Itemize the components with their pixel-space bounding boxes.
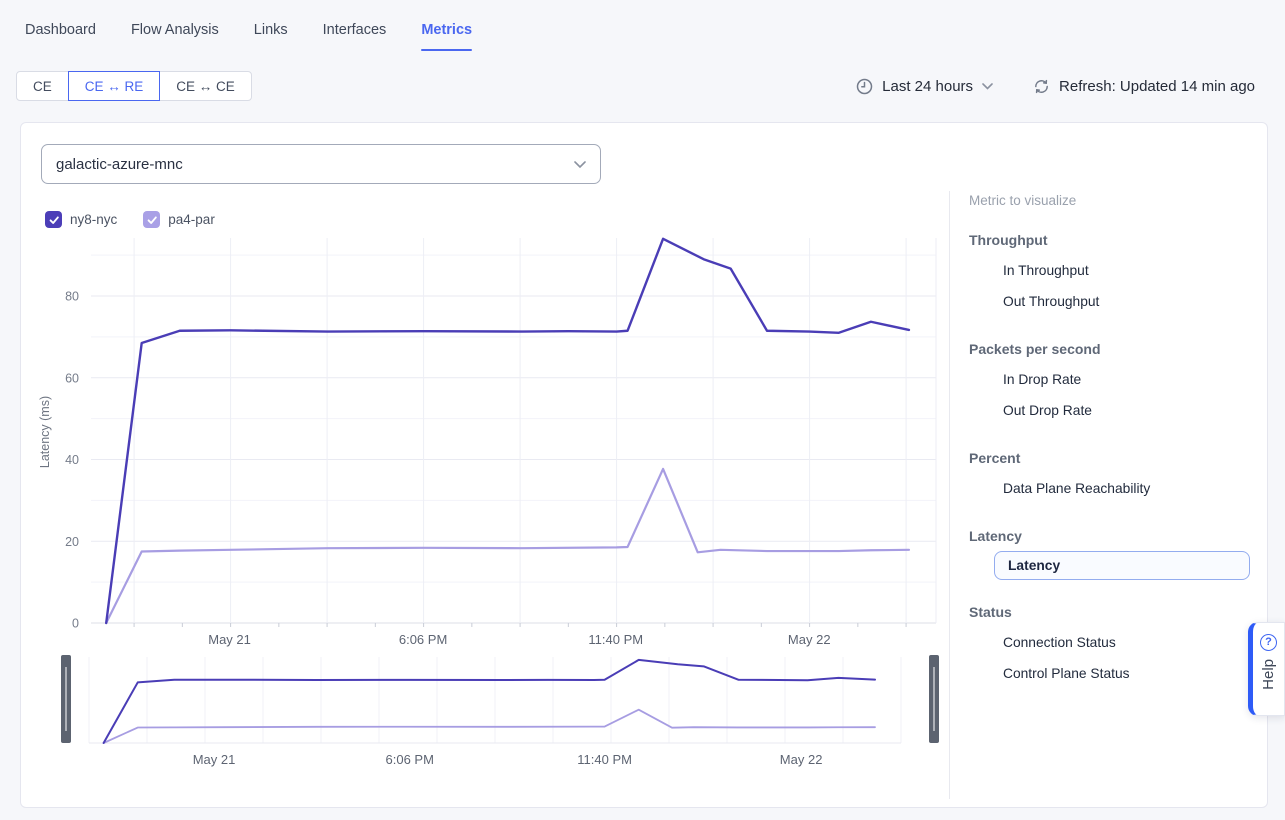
series-label: ny8-nyc	[70, 212, 117, 227]
group-header-percent: Percent	[969, 450, 1265, 466]
series-toggle-ny8-nyc[interactable]: ny8-nyc	[45, 211, 117, 228]
help-button[interactable]: ? Help	[1248, 622, 1285, 716]
latency-main-chart: 0 20 40 60 80 May 21 6:06 PM 11:40 PM May 22	[61, 231, 961, 651]
sidebar-item-in-throughput[interactable]: In Throughput	[969, 255, 1265, 286]
group-header-status: Status	[969, 604, 1265, 620]
group-header-latency: Latency	[969, 528, 1265, 544]
series-label: pa4-par	[168, 212, 215, 227]
sidebar-item-data-plane-reachability[interactable]: Data Plane Reachability	[969, 473, 1265, 504]
time-range-selector[interactable]: Last 24 hours	[856, 78, 993, 95]
checkbox-checked-icon[interactable]	[143, 211, 160, 228]
nav-flow-analysis[interactable]: Flow Analysis	[131, 22, 219, 44]
question-circle-icon: ?	[1260, 634, 1277, 651]
sidebar-item-out-throughput[interactable]: Out Throughput	[969, 286, 1265, 317]
svg-text:20: 20	[65, 535, 79, 549]
top-nav: Dashboard Flow Analysis Links Interfaces…	[25, 22, 472, 44]
svg-text:11:40 PM: 11:40 PM	[577, 752, 632, 767]
y-axis-label: Latency (ms)	[38, 372, 52, 492]
sidebar-item-latency-selected[interactable]: Latency	[994, 551, 1250, 580]
latency-brush-chart[interactable]: May 21 6:06 PM 11:40 PM May 22	[56, 649, 946, 774]
header-controls: Last 24 hours Refresh: Updated 14 min ag…	[856, 71, 1255, 101]
clock-icon	[856, 78, 873, 95]
sidebar-item-out-drop-rate[interactable]: Out Drop Rate	[969, 395, 1265, 426]
svg-text:6:06 PM: 6:06 PM	[399, 632, 447, 647]
nav-dashboard[interactable]: Dashboard	[25, 22, 96, 44]
metrics-panel: galactic-azure-mnc ny8-nyc pa4-par Laten…	[20, 122, 1268, 808]
view-tab-group: CE CE ↔ RE CE ↔ CE	[16, 71, 252, 101]
chevron-down-icon	[574, 156, 586, 173]
metric-sidebar: Metric to visualize Throughput In Throug…	[969, 193, 1265, 689]
tab-ce[interactable]: CE	[16, 71, 69, 101]
svg-text:11:40 PM: 11:40 PM	[588, 632, 643, 647]
svg-text:May 21: May 21	[208, 632, 251, 647]
refresh-icon	[1033, 78, 1050, 95]
sidebar-item-in-drop-rate[interactable]: In Drop Rate	[969, 364, 1265, 395]
sidebar-title: Metric to visualize	[969, 193, 1265, 208]
nav-interfaces[interactable]: Interfaces	[323, 22, 387, 44]
refresh-label: Refresh: Updated 14 min ago	[1059, 78, 1255, 95]
svg-text:80: 80	[65, 290, 79, 304]
series-toggle-pa4-par[interactable]: pa4-par	[143, 211, 215, 228]
checkbox-checked-icon[interactable]	[45, 211, 62, 228]
group-header-packets: Packets per second	[969, 341, 1265, 357]
sidebar-item-connection-status[interactable]: Connection Status	[969, 627, 1265, 658]
nav-metrics[interactable]: Metrics	[421, 22, 472, 44]
svg-text:May 21: May 21	[193, 752, 236, 767]
sidebar-item-control-plane-status[interactable]: Control Plane Status	[969, 658, 1265, 689]
series-legend: ny8-nyc pa4-par	[45, 211, 215, 228]
svg-text:May 22: May 22	[788, 632, 831, 647]
time-range-label: Last 24 hours	[882, 78, 973, 95]
chevron-down-icon	[982, 83, 993, 90]
group-header-throughput: Throughput	[969, 232, 1265, 248]
refresh-button[interactable]: Refresh: Updated 14 min ago	[1033, 78, 1255, 95]
svg-text:0: 0	[72, 617, 79, 631]
device-select[interactable]: galactic-azure-mnc	[41, 144, 601, 184]
svg-text:May 22: May 22	[780, 752, 823, 767]
tab-ce-ce[interactable]: CE ↔ CE	[159, 71, 252, 101]
device-select-value: galactic-azure-mnc	[56, 156, 183, 173]
svg-text:60: 60	[65, 371, 79, 385]
tab-ce-re[interactable]: CE ↔ RE	[68, 71, 161, 101]
nav-links[interactable]: Links	[254, 22, 288, 44]
svg-text:40: 40	[65, 453, 79, 467]
sidebar-divider	[949, 191, 950, 799]
svg-text:6:06 PM: 6:06 PM	[386, 752, 434, 767]
help-label: Help	[1260, 659, 1277, 690]
